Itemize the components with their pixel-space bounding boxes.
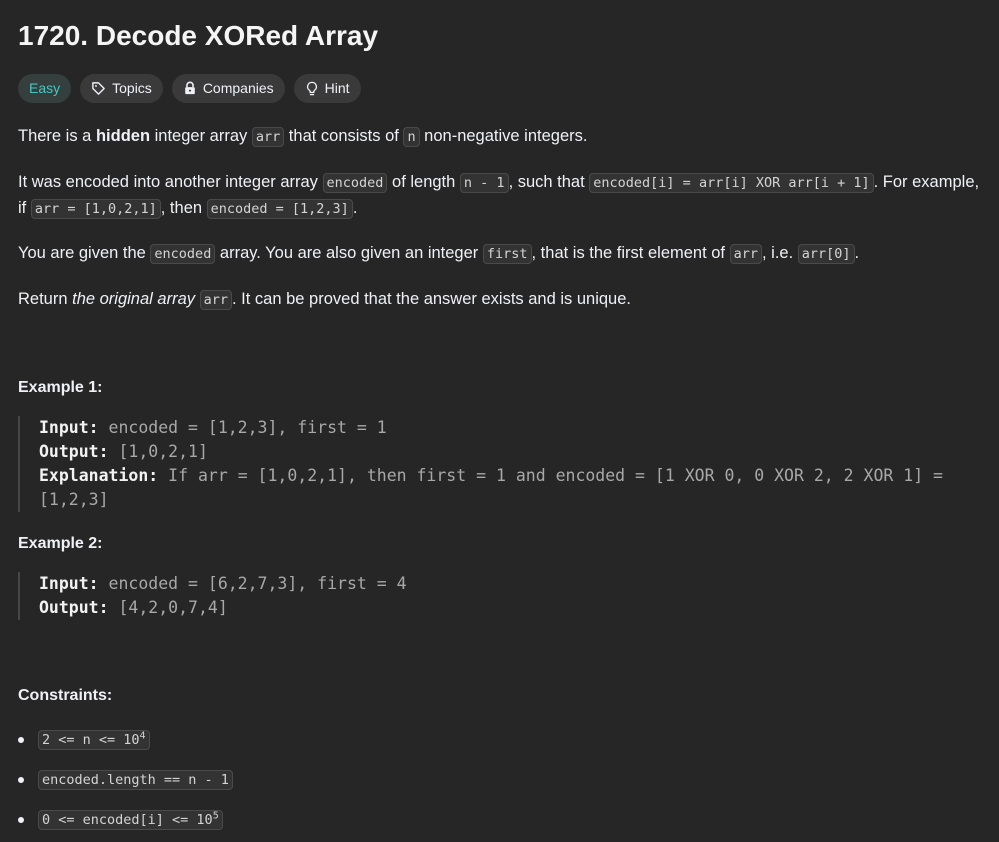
companies-label: Companies [202,80,274,96]
text: of length [387,173,460,191]
text: . [854,244,860,262]
constraints-title: Constraints: [18,687,113,704]
description-paragraph-4: Return the original array arr. It can be… [18,287,986,313]
description-paragraph-1: There is a hidden integer array arr that… [18,124,986,150]
text: integer array [150,127,252,145]
output-value: [1,0,2,1] [108,442,208,461]
inline-code: encoded [150,244,216,264]
constraints-list: 2 <= n <= 104 encoded.length == n - 1 0 … [18,728,986,832]
text: non-negative integers. [419,127,588,145]
lightbulb-icon [305,81,319,96]
constraint-item: encoded.length == n - 1 [18,768,986,792]
text: Return [18,290,73,308]
example-input: Input: encoded = [6,2,7,3], first = 4 [39,572,986,596]
constraint-item: 0 <= encoded[i] <= 105 [18,808,986,832]
text: that consists of [284,127,404,145]
example-1-title: Example 1: [18,379,103,396]
lock-icon [183,81,197,95]
constraint-text: 2 <= n <= 10 [42,732,140,748]
inline-code: first [482,244,532,264]
emphasis-hidden: hidden [95,127,151,145]
inline-code: n [403,127,420,147]
input-label: Input: [39,574,99,593]
inline-code: encoded [322,173,388,193]
text: . It can be proved that the answer exist… [232,290,631,308]
problem-title: 1720. Decode XORed Array [18,20,379,51]
output-label: Output: [39,442,109,461]
exponent: 5 [212,810,219,822]
text: , i.e. [762,244,798,262]
constraint-text: 0 <= encoded[i] <= 10 [42,812,213,828]
inline-code: arr = [1,0,2,1] [30,199,161,219]
constraint-code: 0 <= encoded[i] <= 105 [38,810,223,830]
tag-bar: Easy Topics Companies Hint [18,73,986,103]
example-2-title: Example 2: [18,535,103,552]
explanation-label: Explanation: [39,466,159,485]
text: You are given the [18,244,151,262]
inline-code: encoded = [1,2,3] [206,199,353,219]
constraint-code: encoded.length == n - 1 [38,770,233,790]
input-label: Input: [39,418,99,437]
example-explanation: Explanation: If arr = [1,0,2,1], then fi… [39,464,986,512]
topics-label: Topics [112,80,152,96]
text: array. You are also given an integer [215,244,483,262]
topics-button[interactable]: Topics [80,73,163,103]
exponent: 4 [139,730,146,742]
inline-code: arr [199,290,232,310]
example-2-block: Input: encoded = [6,2,7,3], first = 4 Out… [18,572,986,620]
inline-code: arr[0] [797,244,855,264]
output-value: [4,2,0,7,4] [108,598,228,617]
example-1-block: Input: encoded = [1,2,3], first = 1 Outpu… [18,416,986,512]
inline-code: arr [251,127,285,147]
text [195,290,200,308]
difficulty-badge[interactable]: Easy [18,73,72,103]
input-value: encoded = [6,2,7,3], first = 4 [98,574,407,593]
hint-button[interactable]: Hint [293,73,361,103]
inline-code: n - 1 [459,173,509,193]
example-output: Output: [1,0,2,1] [39,440,986,464]
inline-code: arr [729,244,762,264]
text: , then [160,199,207,217]
hint-label: Hint [324,80,350,96]
companies-button[interactable]: Companies [171,73,285,103]
description-paragraph-2: It was encoded into another integer arra… [18,170,986,222]
text: There is a [18,127,96,145]
output-label: Output: [39,598,109,617]
description-paragraph-3: You are given the encoded array. You are… [18,241,986,267]
constraint-code: 2 <= n <= 104 [38,730,150,750]
example-input: Input: encoded = [1,2,3], first = 1 [39,416,986,440]
tag-icon [91,81,106,96]
emphasis-original-array: the original array [72,290,196,308]
constraint-item: 2 <= n <= 104 [18,728,986,752]
text: . [352,199,358,217]
text: , that is the first element of [531,244,730,262]
text: , such that [508,173,590,191]
input-value: encoded = [1,2,3], first = 1 [98,418,387,437]
text: It was encoded into another integer arra… [18,173,323,191]
example-output: Output: [4,2,0,7,4] [39,596,986,620]
inline-code: encoded[i] = arr[i] XOR arr[i + 1] [589,173,874,193]
constraint-text: encoded.length == n - 1 [42,772,229,788]
problem-description: 1720. Decode XORed Array Easy Topics Com… [18,16,986,832]
explanation-value: If arr = [1,0,2,1], then first = 1 and e… [39,466,953,509]
